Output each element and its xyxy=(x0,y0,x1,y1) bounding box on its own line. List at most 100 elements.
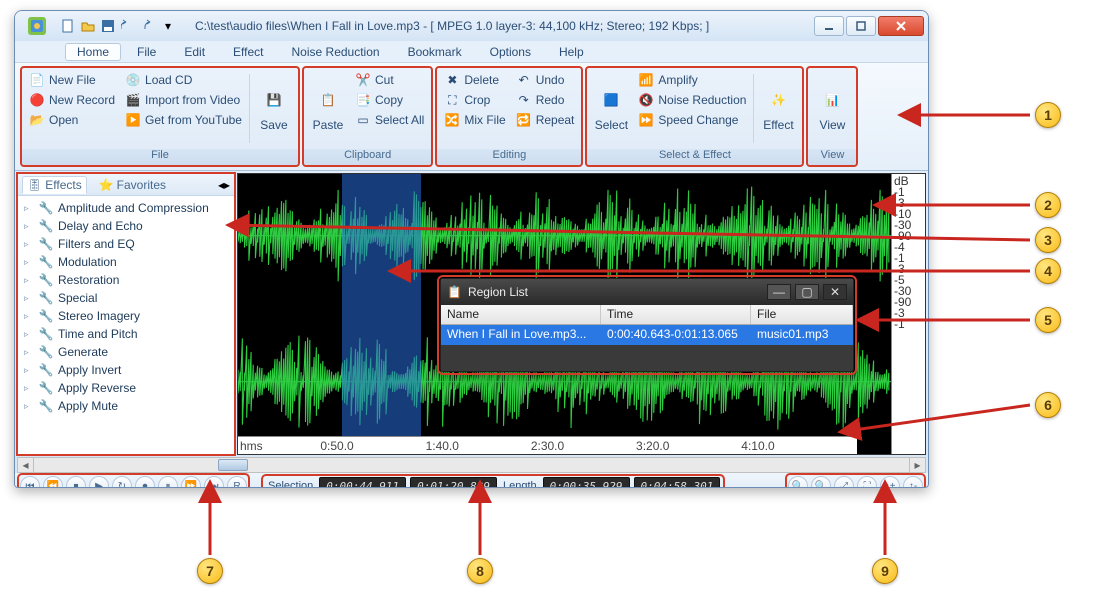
menu-noise-reduction[interactable]: Noise Reduction xyxy=(280,43,392,61)
tree-item-apply-mute[interactable]: ▹🔧Apply Mute xyxy=(20,397,232,415)
qat-redo-icon[interactable] xyxy=(139,17,157,35)
qat-save-icon[interactable] xyxy=(99,17,117,35)
tree-item-filters-and-eq[interactable]: ▹🔧Filters and EQ xyxy=(20,235,232,253)
new-record-button[interactable]: 🔴New Record xyxy=(24,90,120,110)
minimize-button[interactable] xyxy=(814,16,844,36)
stop-button[interactable]: ⏹ xyxy=(66,476,86,488)
noise-reduction-button[interactable]: 🔇Noise Reduction xyxy=(633,90,751,110)
skip-start-button[interactable]: ⏮ xyxy=(20,476,40,488)
crop-button[interactable]: ⛶Crop xyxy=(439,90,510,110)
menu-edit[interactable]: Edit xyxy=(172,43,217,61)
play-loop-button[interactable]: ↻ xyxy=(112,476,132,488)
get-youtube-button[interactable]: ▶️Get from YouTube xyxy=(120,110,247,130)
select-button[interactable]: 🟦Select xyxy=(589,70,633,147)
tree-item-apply-reverse[interactable]: ▹🔧Apply Reverse xyxy=(20,379,232,397)
scroll-left-icon[interactable]: ◂ xyxy=(18,458,34,472)
tab-favorites[interactable]: ⭐Favorites xyxy=(95,177,170,193)
save-button[interactable]: 💾Save xyxy=(252,70,296,147)
region-row[interactable]: When I Fall in Love.mp3... 0:00:40.643-0… xyxy=(441,325,853,345)
qat-dropdown-icon[interactable]: ▾ xyxy=(159,17,177,35)
region-titlebar[interactable]: 📋 Region List — ▢ ✕ xyxy=(441,279,853,305)
zoom-sel-button[interactable]: ⤢ xyxy=(834,476,854,488)
cut-button[interactable]: ✂️Cut xyxy=(350,70,429,90)
ribbon-group-select-effect: 🟦Select 📶Amplify 🔇Noise Reduction ⏩Speed… xyxy=(586,67,803,166)
expand-icon[interactable]: ▹ xyxy=(24,239,34,250)
region-max-button[interactable]: ▢ xyxy=(795,284,819,300)
tree-item-amplitude-and-compression[interactable]: ▹🔧Amplitude and Compression xyxy=(20,199,232,217)
expand-icon[interactable]: ▹ xyxy=(24,365,34,376)
maximize-button[interactable] xyxy=(846,16,876,36)
region-list-window[interactable]: 📋 Region List — ▢ ✕ Name Time File When … xyxy=(440,278,854,372)
repeat-button[interactable]: 🔁Repeat xyxy=(511,110,580,130)
tree-item-stereo-imagery[interactable]: ▹🔧Stereo Imagery xyxy=(20,307,232,325)
amplify-button[interactable]: 📶Amplify xyxy=(633,70,751,90)
rewind-button[interactable]: ⏪ xyxy=(43,476,63,488)
tree-item-special[interactable]: ▹🔧Special xyxy=(20,289,232,307)
new-file-button[interactable]: 📄New File xyxy=(24,70,120,90)
zoom-in-v-button[interactable]: ↕+ xyxy=(880,476,900,488)
tree-item-restoration[interactable]: ▹🔧Restoration xyxy=(20,271,232,289)
effects-tree: ▹🔧Amplitude and Compression▹🔧Delay and E… xyxy=(18,196,234,454)
scroll-right-icon[interactable]: ▸ xyxy=(909,458,925,472)
zoom-out-v-button[interactable]: ↕- xyxy=(903,476,923,488)
tree-item-generate[interactable]: ▹🔧Generate xyxy=(20,343,232,361)
undo-button[interactable]: ↶Undo xyxy=(511,70,580,90)
redo-button[interactable]: ↷Redo xyxy=(511,90,580,110)
zoom-out-button[interactable]: 🔍 xyxy=(811,476,831,488)
menu-effect[interactable]: Effect xyxy=(221,43,275,61)
pause-button[interactable]: ⏸ xyxy=(158,476,178,488)
zoom-in-button[interactable]: 🔍 xyxy=(788,476,808,488)
favorites-tab-icon: ⭐ xyxy=(99,178,114,192)
skip-end-button[interactable]: ⏭ xyxy=(204,476,224,488)
callout-1: 1 xyxy=(1035,102,1061,128)
effect-button[interactable]: ✨Effect xyxy=(756,70,800,147)
expand-icon[interactable]: ▹ xyxy=(24,293,34,304)
region-close-button[interactable]: ✕ xyxy=(823,284,847,300)
expand-icon[interactable]: ▹ xyxy=(24,257,34,268)
menu-options[interactable]: Options xyxy=(478,43,543,61)
expand-icon[interactable]: ▹ xyxy=(24,311,34,322)
tree-item-modulation[interactable]: ▹🔧Modulation xyxy=(20,253,232,271)
tree-item-delay-and-echo[interactable]: ▹🔧Delay and Echo xyxy=(20,217,232,235)
menu-home[interactable]: Home xyxy=(65,43,121,61)
menu-bookmark[interactable]: Bookmark xyxy=(396,43,474,61)
timeline-ruler[interactable]: hms 0:50.0 1:40.0 2:30.0 3:20.0 4:10.0 xyxy=(238,436,857,454)
menu-file[interactable]: File xyxy=(125,43,168,61)
delete-button[interactable]: ✖Delete xyxy=(439,70,510,90)
import-video-button[interactable]: 🎬Import from Video xyxy=(120,90,247,110)
expand-icon[interactable]: ▹ xyxy=(24,275,34,286)
qat-new-icon[interactable] xyxy=(59,17,77,35)
repeat-R-button[interactable]: R xyxy=(227,476,247,488)
qat-undo-icon[interactable] xyxy=(119,17,137,35)
paste-button[interactable]: 📋Paste xyxy=(306,70,350,147)
record-button[interactable]: ⏺ xyxy=(135,476,155,488)
mix-file-button[interactable]: 🔀Mix File xyxy=(439,110,510,130)
qat-open-icon[interactable] xyxy=(79,17,97,35)
expand-icon[interactable]: ▹ xyxy=(24,347,34,358)
play-button[interactable]: ▶ xyxy=(89,476,109,488)
expand-icon[interactable]: ▹ xyxy=(24,383,34,394)
menu-help[interactable]: Help xyxy=(547,43,596,61)
open-button[interactable]: 📂Open xyxy=(24,110,120,130)
expand-icon[interactable]: ▹ xyxy=(24,221,34,232)
scrollbar-thumb[interactable] xyxy=(218,459,248,471)
close-button[interactable] xyxy=(878,16,924,36)
region-min-button[interactable]: — xyxy=(767,284,791,300)
sidebar-collapse-icon[interactable]: ◂▸ xyxy=(218,178,230,192)
selection-highlight[interactable] xyxy=(342,174,420,443)
tab-effects[interactable]: 🎚Effects xyxy=(22,176,87,194)
fast-forward-button[interactable]: ⏩ xyxy=(181,476,201,488)
zoom-full-button[interactable]: ⛶ xyxy=(857,476,877,488)
expand-icon[interactable]: ▹ xyxy=(24,329,34,340)
tree-item-apply-invert[interactable]: ▹🔧Apply Invert xyxy=(20,361,232,379)
copy-button[interactable]: 📑Copy xyxy=(350,90,429,110)
expand-icon[interactable]: ▹ xyxy=(24,401,34,412)
youtube-icon: ▶️ xyxy=(125,112,141,128)
load-cd-button[interactable]: 💿Load CD xyxy=(120,70,247,90)
expand-icon[interactable]: ▹ xyxy=(24,203,34,214)
select-all-button[interactable]: ▭Select All xyxy=(350,110,429,130)
speed-change-button[interactable]: ⏩Speed Change xyxy=(633,110,751,130)
horizontal-scrollbar[interactable]: ◂ ▸ xyxy=(17,457,926,473)
tree-item-time-and-pitch[interactable]: ▹🔧Time and Pitch xyxy=(20,325,232,343)
view-button[interactable]: 📊View xyxy=(810,70,854,147)
